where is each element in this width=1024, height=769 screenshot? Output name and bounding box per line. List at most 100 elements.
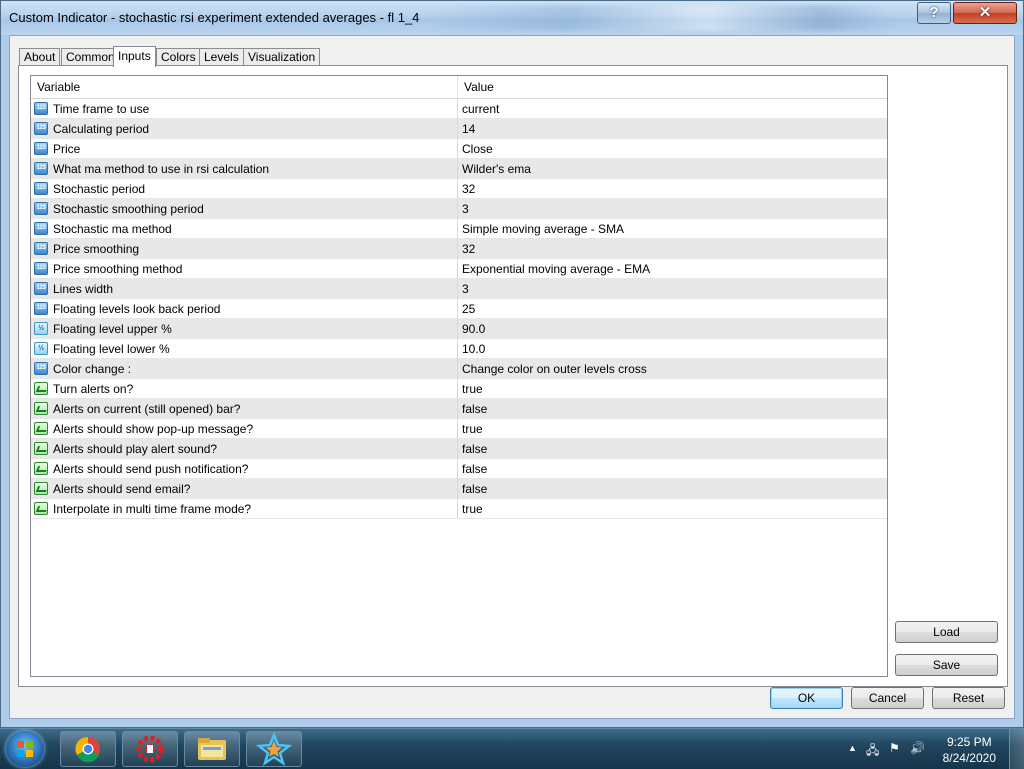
bool-type-icon: [34, 402, 48, 415]
star-app-icon: [255, 731, 293, 766]
inputs-grid: Variable Value 123 Time frame to use curre…: [30, 75, 888, 677]
table-row[interactable]: 123 Stochastic smoothing period 3: [31, 199, 887, 219]
tab-inputs[interactable]: Inputs: [113, 46, 156, 67]
value-cell[interactable]: 3: [462, 279, 882, 298]
file-explorer-icon: [198, 738, 226, 760]
bool-type-icon: [34, 502, 48, 515]
table-row[interactable]: 123 Price Close: [31, 139, 887, 159]
table-row[interactable]: Alerts should send email? false: [31, 479, 887, 499]
value-cell[interactable]: true: [462, 499, 882, 518]
network-icon[interactable]: 🖧: [866, 741, 879, 762]
action-center-flag-icon[interactable]: ⚑: [889, 741, 900, 755]
value-cell[interactable]: Exponential moving average - EMA: [462, 259, 882, 278]
window-title: Custom Indicator - stochastic rsi experi…: [9, 10, 420, 25]
value-cell[interactable]: 3: [462, 199, 882, 218]
value-cell[interactable]: Wilder's ema: [462, 159, 882, 178]
value-cell[interactable]: false: [462, 439, 882, 458]
integer-type-icon: 123: [34, 142, 48, 155]
taskbar-file-explorer[interactable]: [184, 731, 240, 767]
variable-cell: Turn alerts on?: [53, 382, 134, 396]
volume-icon[interactable]: 🔊: [910, 741, 925, 755]
table-row[interactable]: 123 Floating levels look back period 25: [31, 299, 887, 319]
integer-type-icon: 123: [34, 302, 48, 315]
value-cell[interactable]: 32: [462, 239, 882, 258]
cancel-button[interactable]: Cancel: [851, 687, 924, 709]
value-cell[interactable]: Change color on outer levels cross: [462, 359, 882, 378]
column-divider: [457, 459, 458, 478]
variable-cell: Stochastic smoothing period: [53, 202, 204, 216]
column-divider: [457, 339, 458, 358]
integer-type-icon: 123: [34, 162, 48, 175]
column-header-variable[interactable]: Variable: [31, 76, 458, 98]
bool-type-icon: [34, 382, 48, 395]
value-cell[interactable]: false: [462, 479, 882, 498]
column-header-value[interactable]: Value: [458, 76, 887, 98]
value-cell[interactable]: 14: [462, 119, 882, 138]
taskbar-star-app[interactable]: [246, 731, 302, 767]
value-cell[interactable]: current: [462, 99, 882, 118]
close-button[interactable]: ✕: [953, 2, 1017, 24]
column-divider: [457, 239, 458, 258]
variable-cell: Stochastic ma method: [53, 222, 172, 236]
title-bar[interactable]: Custom Indicator - stochastic rsi experi…: [1, 1, 1023, 35]
integer-type-icon: 123: [34, 362, 48, 375]
show-desktop-button[interactable]: [1009, 729, 1024, 769]
table-row[interactable]: ½ Floating level lower % 10.0: [31, 339, 887, 359]
table-row[interactable]: 123 Price smoothing 32: [31, 239, 887, 259]
table-row[interactable]: 123 Stochastic ma method Simple moving ave…: [31, 219, 887, 239]
column-divider: [457, 219, 458, 238]
value-cell[interactable]: false: [462, 399, 882, 418]
value-cell[interactable]: true: [462, 419, 882, 438]
tab-visualization[interactable]: Visualization: [243, 48, 321, 66]
table-row[interactable]: 123 Price smoothing method Exponential mov…: [31, 259, 887, 279]
value-cell[interactable]: Simple moving average - SMA: [462, 219, 882, 238]
table-row[interactable]: Alerts on current (still opened) bar? fal…: [31, 399, 887, 419]
start-button[interactable]: [6, 731, 44, 767]
table-row[interactable]: Alerts should show pop-up message? true: [31, 419, 887, 439]
taskbar-metatrader[interactable]: [122, 731, 178, 767]
help-button[interactable]: ?: [917, 2, 951, 24]
tab-levels[interactable]: Levels: [199, 48, 244, 66]
table-row[interactable]: Interpolate in multi time frame mode? tru…: [31, 499, 887, 519]
table-row[interactable]: 123 Calculating period 14: [31, 119, 887, 139]
title-bar-glass: [431, 5, 891, 31]
taskbar-chrome[interactable]: [60, 731, 116, 767]
value-cell[interactable]: true: [462, 379, 882, 398]
column-divider: [457, 439, 458, 458]
grid-header: Variable Value: [31, 76, 887, 99]
value-cell[interactable]: 25: [462, 299, 882, 318]
value-cell[interactable]: false: [462, 459, 882, 478]
metatrader-icon: [136, 735, 164, 763]
save-button[interactable]: Save: [895, 654, 998, 676]
column-divider: [457, 119, 458, 138]
ok-button[interactable]: OK: [770, 687, 843, 709]
table-row[interactable]: ½ Floating level upper % 90.0: [31, 319, 887, 339]
value-cell[interactable]: 10.0: [462, 339, 882, 358]
clock-time: 9:25 PM: [946, 735, 992, 749]
column-divider: [457, 379, 458, 398]
variable-cell: Time frame to use: [53, 102, 150, 116]
value-cell[interactable]: Close: [462, 139, 882, 158]
table-row[interactable]: Alerts should send push notification? fal…: [31, 459, 887, 479]
value-cell[interactable]: 90.0: [462, 319, 882, 338]
tab-about[interactable]: About: [19, 48, 61, 66]
show-hidden-icons-icon[interactable]: ▲: [848, 743, 857, 753]
table-row[interactable]: 123 What ma method to use in rsi calculat…: [31, 159, 887, 179]
integer-type-icon: 123: [34, 242, 48, 255]
system-tray: ▲ 🖧 ⚑ 🔊 9:25 PM 8/24/2020: [834, 729, 1024, 769]
bool-type-icon: [34, 422, 48, 435]
value-cell[interactable]: 32: [462, 179, 882, 198]
variable-cell: What ma method to use in rsi calculation: [53, 162, 270, 176]
table-row[interactable]: 123 Lines width 3: [31, 279, 887, 299]
tab-colors[interactable]: Colors: [156, 48, 201, 66]
table-row[interactable]: 123 Color change : Change color on outer l…: [31, 359, 887, 379]
variable-cell: Alerts should play alert sound?: [53, 442, 218, 456]
table-row[interactable]: Turn alerts on? true: [31, 379, 887, 399]
tab-common[interactable]: Common: [61, 48, 120, 66]
table-row[interactable]: 123 Time frame to use current: [31, 99, 887, 119]
clock[interactable]: 9:25 PM 8/24/2020: [943, 734, 996, 766]
table-row[interactable]: Alerts should play alert sound? false: [31, 439, 887, 459]
load-button[interactable]: Load: [895, 621, 998, 643]
table-row[interactable]: 123 Stochastic period 32: [31, 179, 887, 199]
reset-button[interactable]: Reset: [932, 687, 1005, 709]
